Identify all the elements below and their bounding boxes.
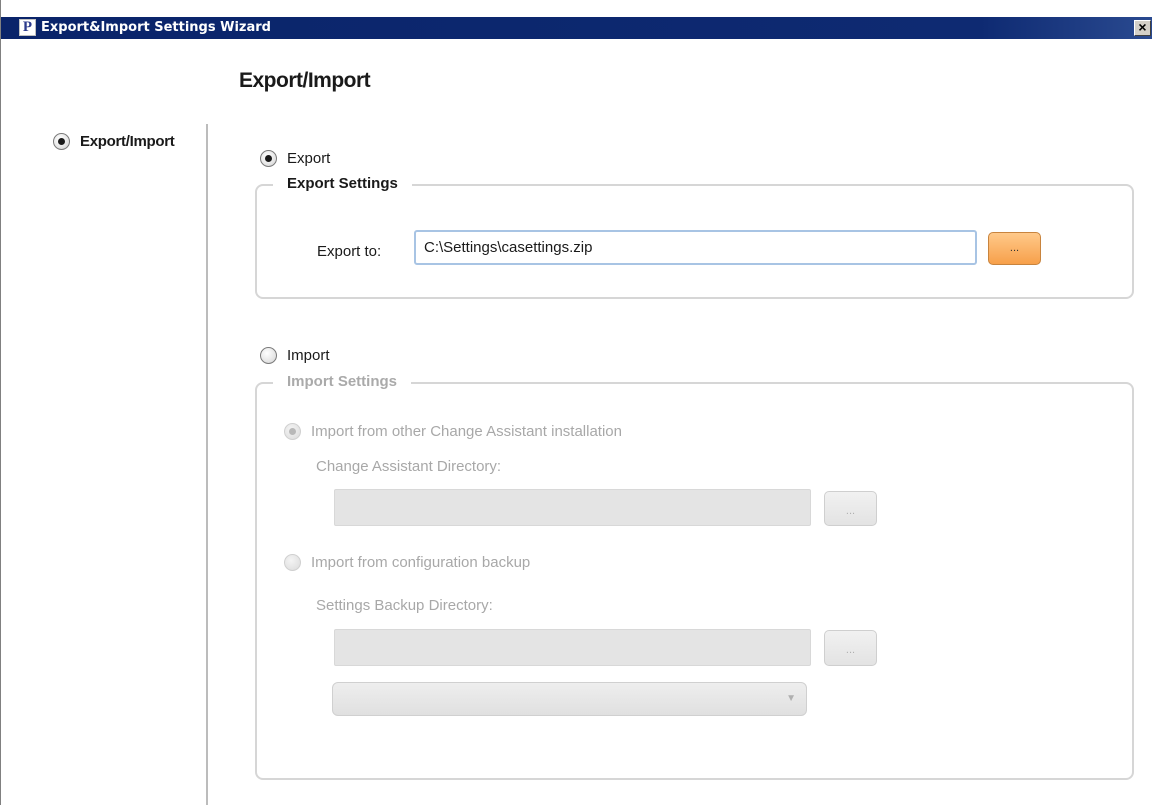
chevron-down-icon: ▼ [786,693,796,704]
ca-directory-browse-button[interactable]: ... [824,491,877,526]
page-title: Export/Import [239,69,371,92]
app-icon: P [19,19,36,36]
backup-directory-browse-button[interactable]: ... [824,630,877,666]
close-icon: × [1138,19,1147,35]
nav-divider [206,124,208,805]
export-path-input[interactable] [414,230,977,265]
import-other-install-option[interactable]: Import from other Change Assistant insta… [284,420,622,442]
import-radio-label: Import [287,346,330,364]
import-other-install-radio[interactable] [284,422,301,440]
export-browse-button[interactable]: ... [988,232,1041,265]
backup-directory-label: Settings Backup Directory: [316,597,493,614]
nav-item-label: Export/Import [80,132,175,150]
import-backup-radio[interactable] [284,553,301,571]
ca-directory-input[interactable] [334,489,811,526]
import-settings-title: Import Settings [273,373,412,390]
backup-select-dropdown[interactable]: ▼ [332,682,807,716]
close-button[interactable]: × [1134,20,1151,36]
wizard-window: P Export&Import Settings Wizard × Export… [0,0,1152,805]
title-bar: P Export&Import Settings Wizard × [1,17,1152,39]
export-radio[interactable] [260,149,277,167]
ca-directory-label: Change Assistant Directory: [316,458,502,475]
export-settings-title: Export Settings [273,175,412,192]
export-radio-label: Export [287,149,331,167]
backup-directory-input[interactable] [334,629,811,666]
export-to-label: Export to: [317,243,382,260]
window-title: Export&Import Settings Wizard [41,20,271,35]
import-option[interactable]: Import [260,344,330,366]
nav-item-export-import[interactable]: Export/Import [53,130,175,152]
import-radio[interactable] [260,346,277,364]
import-other-install-label: Import from other Change Assistant insta… [311,422,622,440]
export-option[interactable]: Export [260,147,330,169]
nav-radio[interactable] [53,132,70,150]
import-backup-option[interactable]: Import from configuration backup [284,551,530,573]
import-backup-label: Import from configuration backup [311,553,531,571]
